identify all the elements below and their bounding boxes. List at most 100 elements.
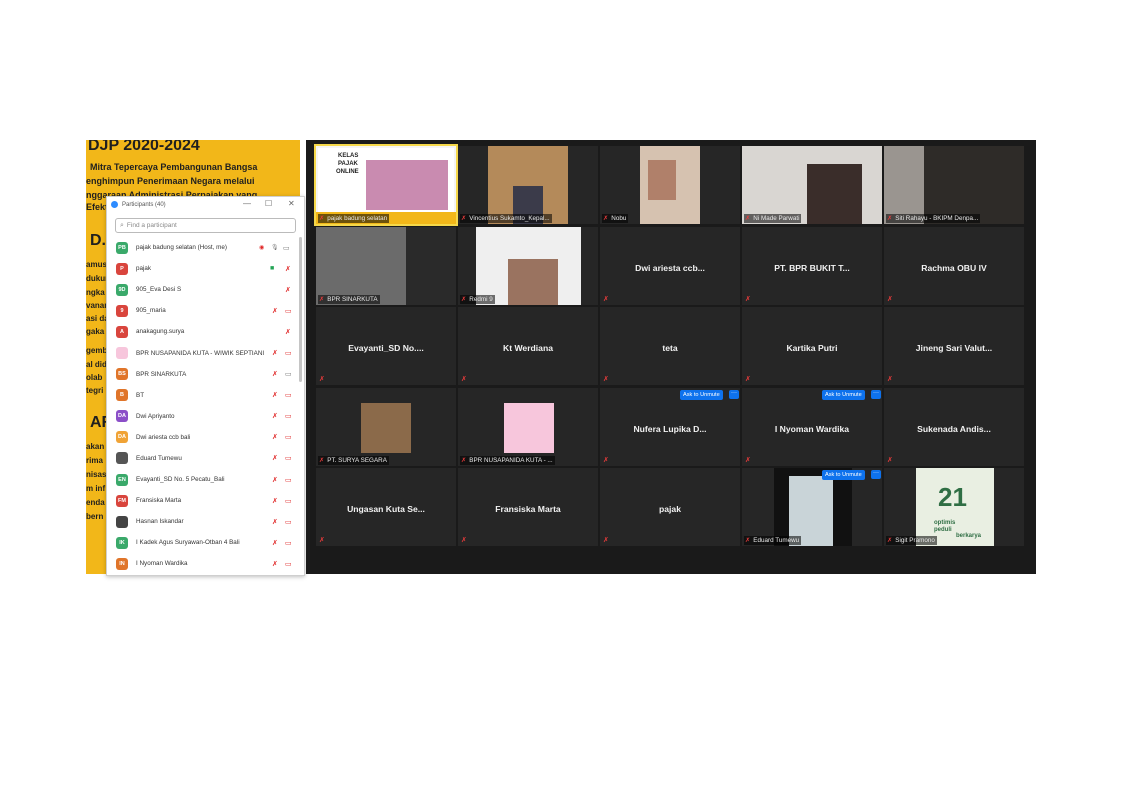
participant-name: PT. BPR BUKIT T... (774, 263, 850, 273)
video-off-icon[interactable]: ▭ (285, 433, 292, 441)
more-options-button[interactable]: ··· (871, 390, 881, 399)
participant-tile[interactable]: Evayanti_SD No.... ✗ (316, 307, 456, 385)
participant-row[interactable]: DA Dwi ariesta ccb bali ✗ ▭ (107, 427, 304, 448)
video-off-icon[interactable]: ▭ (285, 497, 292, 505)
participant-name: Hasnan Iskandar (136, 518, 184, 526)
video-off-icon[interactable]: ▭ (285, 476, 292, 484)
scrollbar[interactable] (299, 237, 302, 382)
participant-name: Fransiska Marta (495, 504, 561, 514)
mic-muted-icon[interactable]: ✗ (272, 412, 278, 420)
mic-muted-icon[interactable]: ✗ (272, 560, 278, 568)
participant-tile[interactable]: Nufera Lupika D... ✗ Ask to Unmute ··· (600, 388, 740, 466)
participant-row[interactable]: DA Dwi Apriyanto ✗ ▭ (107, 406, 304, 427)
participant-tile[interactable]: Fransiska Marta ✗ (458, 468, 598, 546)
participant-tile[interactable]: ✗ Vincentius Sukamto_Kepal... (458, 146, 598, 224)
participant-row[interactable]: FM Fransiska Marta ✗ ▭ (107, 490, 304, 511)
participant-row[interactable]: 9D 905_Eva Desi S ✗ (107, 279, 304, 300)
participant-tile[interactable]: Kt Werdiana ✗ (458, 307, 598, 385)
minimize-icon[interactable]: — (243, 199, 251, 208)
participant-row[interactable]: BS BPR SINARKUTA ✗ ▭ (107, 364, 304, 385)
video-person (807, 164, 862, 224)
mic-muted-icon[interactable]: ✗ (285, 265, 291, 273)
more-options-button[interactable]: ··· (871, 470, 881, 479)
mic-muted-icon: ✗ (745, 215, 751, 222)
participant-tile[interactable]: pajak ✗ (600, 468, 740, 546)
participant-row[interactable]: Hasnan Iskandar ✗ ▭ (107, 511, 304, 532)
avatar (116, 347, 128, 360)
participant-tile[interactable]: I Nyoman Wardika ✗ Ask to Unmute ··· (742, 388, 882, 466)
participant-row[interactable]: Ppajak ■ ✗ (107, 258, 304, 279)
participant-tile[interactable]: ✗ Eduard Tumewu Ask to Unmute ··· (742, 468, 882, 546)
participant-tile[interactable]: ✗ Redmi 9 (458, 227, 598, 305)
video-off-icon[interactable]: ▭ (285, 518, 292, 526)
participant-row[interactable]: Eduard Tumewu ✗ ▭ (107, 448, 304, 469)
mic-muted-icon: ✗ (603, 537, 609, 544)
participant-name: Dwi ariesta ccb bali (136, 433, 191, 441)
participant-tile[interactable]: Ungasan Kuta Se... ✗ (316, 468, 456, 546)
participant-row[interactable]: PB pajak badung selatan (Host, me) ◉ 🎙 ▭ (107, 237, 304, 258)
participant-tile[interactable]: 21 optimis peduli berkarya ✗ Sigit Pramono (884, 468, 1024, 546)
participant-tile[interactable]: Dwi ariesta ccb... ✗ (600, 227, 740, 305)
video-off-icon[interactable]: ▭ (285, 412, 292, 420)
mic-muted-icon[interactable]: ✗ (285, 328, 291, 336)
participant-tile[interactable]: Sukenada Andis... ✗ (884, 388, 1024, 466)
maximize-icon[interactable]: ☐ (265, 199, 272, 208)
mic-icon[interactable]: 🎙 (271, 244, 279, 251)
video-off-icon[interactable]: ▭ (285, 391, 292, 399)
participant-tile[interactable]: ✗ BPR SINARKUTA (316, 227, 456, 305)
avatar: IN (116, 557, 128, 570)
mic-muted-icon[interactable]: ✗ (272, 497, 278, 505)
mic-muted-icon[interactable]: ✗ (272, 539, 278, 547)
mic-muted-icon[interactable]: ✗ (272, 476, 278, 484)
participant-row[interactable]: Aanakagung.surya ✗ (107, 321, 304, 342)
participant-name: Eduard Tumewu (136, 454, 182, 462)
participant-name: Dwi ariesta ccb... (635, 263, 705, 273)
video-person (924, 146, 1024, 224)
video-off-icon[interactable]: ▭ (285, 307, 292, 315)
mic-muted-icon: ✗ (603, 215, 609, 222)
more-options-button[interactable]: ··· (729, 390, 739, 399)
video-icon[interactable]: ▭ (283, 244, 290, 252)
mic-muted-icon[interactable]: ✗ (285, 286, 291, 294)
participant-tile[interactable]: teta ✗ (600, 307, 740, 385)
participant-tile[interactable]: PT. BPR BUKIT T... ✗ (742, 227, 882, 305)
participant-tile[interactable]: Jineng Sari Valut... ✗ (884, 307, 1024, 385)
participant-tile[interactable]: Kartika Putri ✗ (742, 307, 882, 385)
video-off-icon[interactable]: ▭ (285, 560, 292, 568)
participant-tile[interactable]: ✗ Siti Rahayu - BKIPM Denpa... (884, 146, 1024, 224)
ask-to-unmute-button[interactable]: Ask to Unmute (680, 390, 723, 400)
mic-muted-icon[interactable]: ✗ (272, 391, 278, 399)
mic-muted-icon[interactable]: ✗ (272, 518, 278, 526)
slide-text-fragment: akan (86, 442, 105, 451)
video-off-icon[interactable]: ▭ (285, 370, 292, 378)
participant-tile[interactable]: ✗ PT. SURYA SEGARA (316, 388, 456, 466)
video-off-icon[interactable]: ▭ (285, 349, 292, 357)
ask-to-unmute-button[interactable]: Ask to Unmute (822, 390, 865, 400)
video-off-icon[interactable]: ▭ (285, 454, 292, 462)
mic-muted-icon[interactable]: ✗ (272, 433, 278, 441)
participant-tile[interactable]: ✗ Nobu (600, 146, 740, 224)
participant-row[interactable]: BPR NUSAPANIDA KUTA - WIWIK SEPTIANI ✗ ▭ (107, 342, 304, 363)
participant-tile[interactable]: Rachma OBU IV ✗ (884, 227, 1024, 305)
search-input[interactable]: ⌕ Find a participant (115, 218, 296, 233)
mic-muted-icon: ✗ (603, 296, 609, 303)
mic-muted-icon: ✗ (887, 457, 893, 464)
participant-tile[interactable]: KELAS PAJAK ONLINE ✗ pajak badung selatan (314, 144, 458, 226)
participant-row[interactable]: IN I Nyoman Wardika ✗ ▭ (107, 553, 304, 574)
participant-row[interactable]: IK I Kadek Agus Suryawan-Otban 4 Bali ✗ ▭ (107, 532, 304, 553)
video-off-icon[interactable]: ▭ (285, 539, 292, 547)
mic-muted-icon[interactable]: ✗ (272, 349, 278, 357)
participant-tile[interactable]: ✗ Ni Made Parwati (742, 146, 882, 224)
participant-row[interactable]: EN Evayanti_SD No. 5 Pecatu_Bali ✗ ▭ (107, 469, 304, 490)
tagline: berkarya (956, 533, 982, 539)
mic-muted-icon[interactable]: ✗ (272, 370, 278, 378)
participant-row[interactable]: B BT ✗ ▭ (107, 385, 304, 406)
close-icon[interactable]: ✕ (288, 199, 295, 208)
slide-text-fragment: olab (86, 373, 103, 382)
mic-muted-icon[interactable]: ✗ (272, 454, 278, 462)
participant-row[interactable]: 9 905_maria ✗ ▭ (107, 300, 304, 321)
mic-muted-icon[interactable]: ✗ (272, 307, 278, 315)
participant-tile[interactable]: ✗ BPR NUSAPANIDA KUTA - ... (458, 388, 598, 466)
ask-to-unmute-button[interactable]: Ask to Unmute (822, 470, 865, 480)
slide-text: KELAS (338, 153, 359, 159)
